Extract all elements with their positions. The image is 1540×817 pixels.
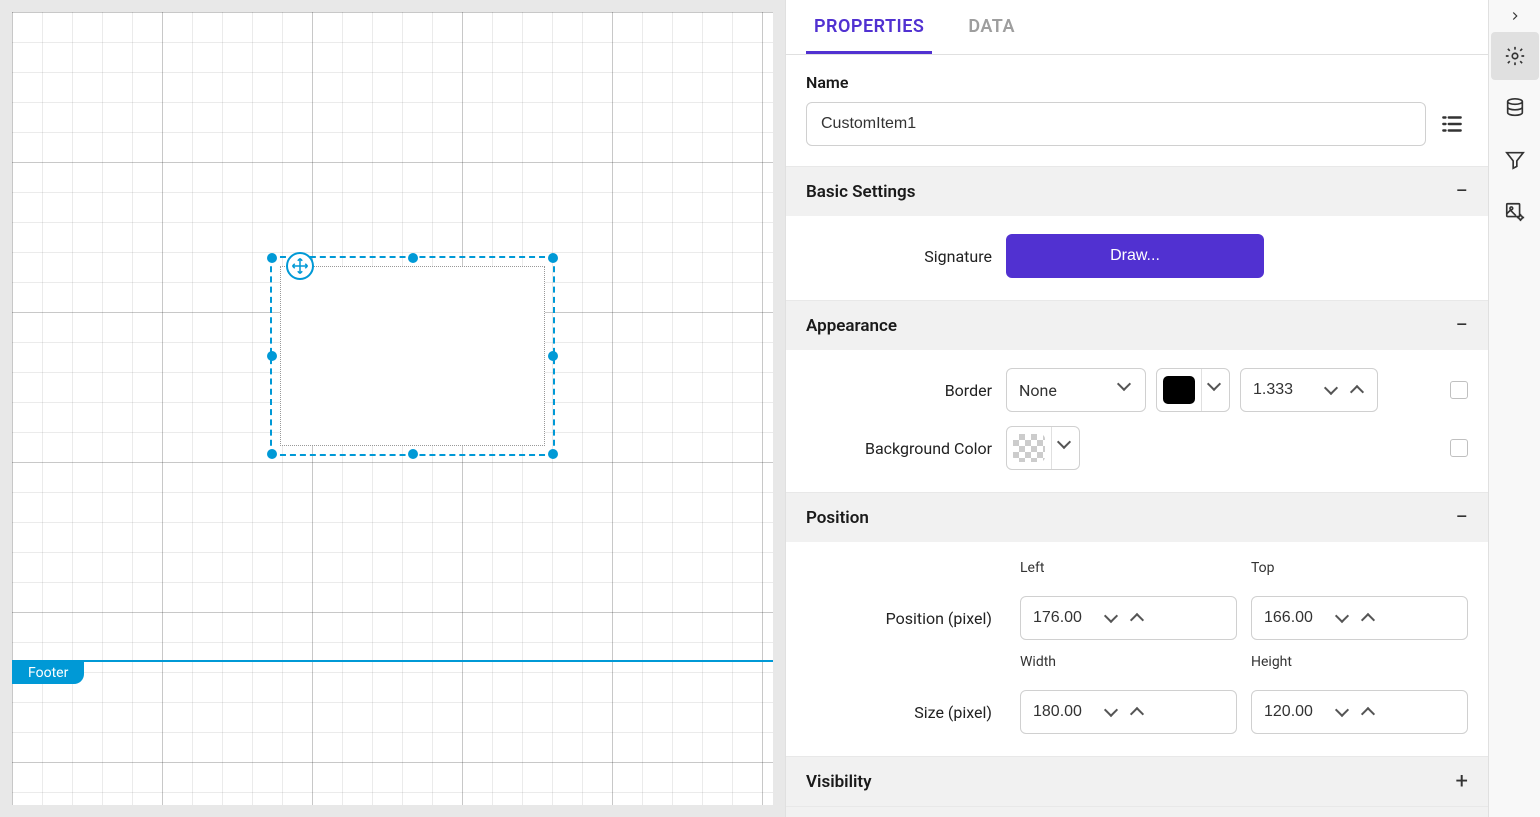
resize-handle-bl[interactable] bbox=[267, 449, 277, 459]
resize-handle-br[interactable] bbox=[548, 449, 558, 459]
collapse-icon: − bbox=[1455, 179, 1468, 204]
tab-data[interactable]: DATA bbox=[960, 2, 1023, 54]
chevron-up-icon[interactable] bbox=[1127, 705, 1147, 719]
position-label: Position (pixel) bbox=[806, 609, 1006, 628]
bgcolor-checkbox[interactable] bbox=[1450, 439, 1468, 457]
chevron-up-icon[interactable] bbox=[1358, 705, 1378, 719]
section-position[interactable]: Position − bbox=[786, 492, 1488, 542]
color-swatch bbox=[1163, 376, 1195, 404]
name-list-button[interactable] bbox=[1436, 108, 1468, 140]
color-swatch bbox=[1013, 434, 1045, 462]
height-value[interactable] bbox=[1252, 703, 1332, 721]
name-input[interactable] bbox=[806, 102, 1426, 146]
resize-handle-tm[interactable] bbox=[408, 253, 418, 263]
collapse-icon: − bbox=[1455, 313, 1468, 338]
gear-icon bbox=[1504, 45, 1526, 67]
section-title: Visibility bbox=[806, 772, 872, 792]
selected-element[interactable] bbox=[270, 256, 555, 456]
size-width-input[interactable] bbox=[1020, 690, 1237, 734]
resize-handle-ml[interactable] bbox=[267, 351, 277, 361]
chevron-down-icon[interactable] bbox=[1321, 383, 1341, 397]
border-color-picker[interactable] bbox=[1156, 368, 1230, 412]
design-canvas[interactable]: Footer bbox=[0, 0, 785, 817]
bgcolor-label: Background Color bbox=[806, 439, 1006, 458]
resize-handle-mr[interactable] bbox=[548, 351, 558, 361]
chevron-right-icon bbox=[1508, 9, 1522, 23]
section-divider bbox=[12, 660, 773, 662]
chevron-up-icon[interactable] bbox=[1347, 383, 1367, 397]
chevron-up-icon[interactable] bbox=[1358, 611, 1378, 625]
chevron-down-icon bbox=[1059, 441, 1073, 455]
position-left-input[interactable] bbox=[1020, 596, 1237, 640]
chevron-up-icon[interactable] bbox=[1127, 611, 1147, 625]
rail-image-settings-button[interactable] bbox=[1491, 188, 1539, 236]
properties-panel: PROPERTIES DATA Name Basic Settings − Si… bbox=[785, 0, 1488, 817]
chevron-down-icon[interactable] bbox=[1332, 611, 1352, 625]
top-label: Top bbox=[1251, 560, 1468, 576]
border-width-input[interactable] bbox=[1240, 368, 1378, 412]
size-label: Size (pixel) bbox=[806, 703, 1006, 722]
border-checkbox[interactable] bbox=[1450, 381, 1468, 399]
rail-filter-button[interactable] bbox=[1491, 136, 1539, 184]
tab-properties[interactable]: PROPERTIES bbox=[806, 2, 932, 54]
resize-handle-bm[interactable] bbox=[408, 449, 418, 459]
expand-icon: + bbox=[1456, 769, 1468, 794]
rail-settings-button[interactable] bbox=[1491, 32, 1539, 80]
selected-element-inner bbox=[280, 266, 545, 446]
rail-database-button[interactable] bbox=[1491, 84, 1539, 132]
right-icon-rail bbox=[1488, 0, 1540, 817]
size-height-input[interactable] bbox=[1251, 690, 1468, 734]
height-label: Height bbox=[1251, 654, 1468, 670]
left-label: Left bbox=[1020, 560, 1237, 576]
border-style-dropdown[interactable]: None bbox=[1006, 368, 1146, 412]
database-icon bbox=[1504, 97, 1526, 119]
collapse-icon: − bbox=[1455, 505, 1468, 530]
left-value[interactable] bbox=[1021, 609, 1101, 627]
collapse-panel-button[interactable] bbox=[1489, 4, 1540, 28]
section-title: Basic Settings bbox=[806, 182, 915, 202]
section-basic-settings[interactable]: Basic Settings − bbox=[786, 166, 1488, 216]
section-title: Position bbox=[806, 508, 869, 528]
filter-icon bbox=[1504, 149, 1526, 171]
footer-section-label[interactable]: Footer bbox=[12, 662, 84, 684]
top-value[interactable] bbox=[1252, 609, 1332, 627]
section-title: Appearance bbox=[806, 316, 897, 336]
width-value[interactable] bbox=[1021, 703, 1101, 721]
section-miscellaneous[interactable]: Miscellaneous + bbox=[786, 806, 1488, 817]
border-style-value: None bbox=[1019, 381, 1057, 400]
resize-handle-tl[interactable] bbox=[267, 253, 277, 263]
section-visibility[interactable]: Visibility + bbox=[786, 756, 1488, 806]
draw-button[interactable]: Draw... bbox=[1006, 234, 1264, 278]
bgcolor-picker[interactable] bbox=[1006, 426, 1080, 470]
width-label: Width bbox=[1020, 654, 1237, 670]
chevron-down-icon bbox=[1209, 383, 1223, 397]
move-icon bbox=[291, 257, 309, 275]
chevron-down-icon[interactable] bbox=[1101, 705, 1121, 719]
image-settings-icon bbox=[1504, 201, 1526, 223]
chevron-down-icon[interactable] bbox=[1101, 611, 1121, 625]
name-label: Name bbox=[806, 73, 1468, 92]
section-appearance[interactable]: Appearance − bbox=[786, 300, 1488, 350]
resize-handle-tr[interactable] bbox=[548, 253, 558, 263]
border-label: Border bbox=[806, 381, 1006, 400]
border-width-value[interactable] bbox=[1241, 381, 1321, 399]
chevron-down-icon[interactable] bbox=[1332, 705, 1352, 719]
panel-tabs: PROPERTIES DATA bbox=[786, 0, 1488, 55]
signature-label: Signature bbox=[806, 247, 1006, 266]
position-top-input[interactable] bbox=[1251, 596, 1468, 640]
chevron-down-icon bbox=[1119, 383, 1133, 397]
move-handle[interactable] bbox=[286, 252, 314, 280]
list-icon bbox=[1439, 111, 1465, 137]
